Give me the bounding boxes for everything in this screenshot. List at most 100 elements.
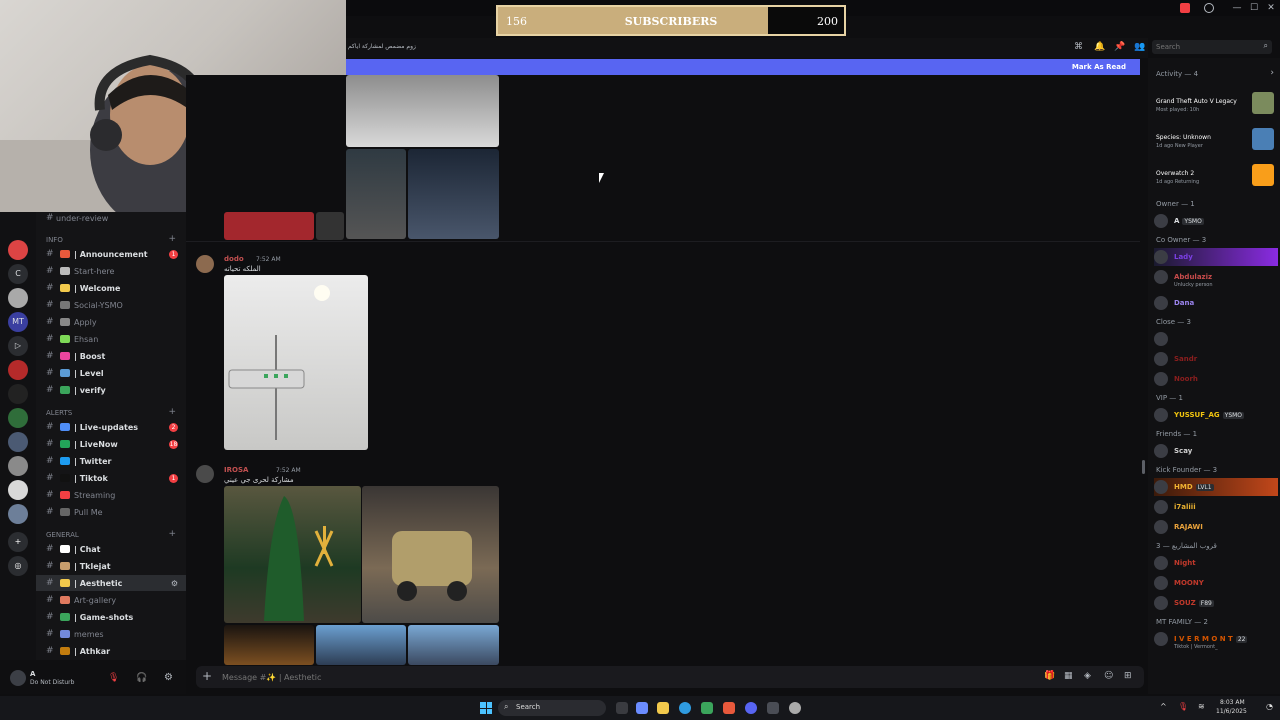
edge-icon[interactable] [679,702,691,714]
maximize-button[interactable]: ☐ [1247,2,1261,14]
server-icon[interactable] [8,408,28,428]
message-image[interactable] [224,486,361,623]
member-item[interactable]: Night [1154,554,1278,572]
channel-item[interactable]: # Ehsan [36,331,186,347]
clock-time[interactable]: 8:03 AM [1220,699,1245,706]
message-image[interactable] [346,75,499,147]
attach-plus-icon[interactable]: + [202,669,212,683]
minimize-button[interactable]: — [1230,2,1244,14]
server-icon-c[interactable]: C [8,264,28,284]
member-item[interactable]: Noorh [1154,370,1278,388]
close-button[interactable]: ✕ [1264,2,1278,14]
chevron-right-icon[interactable]: › [1270,68,1274,78]
help-icon[interactable] [1204,3,1214,13]
message-image[interactable] [224,212,314,240]
member-item[interactable]: Scay [1154,442,1278,460]
channel-item[interactable]: # | verify [36,382,186,398]
gif-icon[interactable]: ▦ [1064,671,1073,681]
channel-under-review[interactable]: # under-review [36,212,186,226]
play-icon[interactable]: ▷ [8,336,28,356]
avatar[interactable] [196,465,214,483]
server-icon[interactable] [8,288,28,308]
channel-item[interactable]: # Streaming [36,487,186,503]
member-item[interactable]: A YSMO [1154,212,1278,230]
message-image[interactable] [346,149,406,239]
scrollbar-thumb[interactable] [1142,460,1145,474]
chevron-up-icon[interactable]: ^ [1160,702,1167,711]
channel-item[interactable]: # | Aesthetic ⚙ [36,575,186,591]
channel-item[interactable]: # Pull Me [36,504,186,520]
app-icon[interactable] [767,702,779,714]
server-icon[interactable] [8,432,28,452]
channel-item[interactable]: # | Boost [36,348,186,364]
search-input[interactable] [1156,41,1256,53]
member-item[interactable]: HMD LVL1 [1154,478,1278,496]
message-author[interactable]: IROSA [224,466,248,474]
channel-item[interactable]: # | Chat [36,541,186,557]
copilot-icon[interactable] [636,702,648,714]
sticker-icon[interactable]: ◈ [1084,671,1091,681]
member-item[interactable]: SOUZ F89 [1154,594,1278,612]
message-image[interactable] [408,149,499,239]
member-item[interactable]: MOONY [1154,574,1278,592]
clock-date[interactable]: 11/6/2025 [1216,708,1247,715]
member-item[interactable]: i7aliii [1154,498,1278,516]
message-input[interactable] [222,670,622,684]
channel-item[interactable]: # memes [36,626,186,642]
channel-item[interactable]: # Start-here [36,263,186,279]
message-image[interactable] [316,212,344,240]
activity-card[interactable]: Species: Unknown 1d ago New Player [1154,124,1276,158]
add-server-icon[interactable]: + [8,532,28,552]
deafen-icon[interactable]: 🎧 [136,673,147,683]
server-icon[interactable] [8,456,28,476]
add-channel-icon[interactable]: + [168,407,176,417]
channel-item[interactable]: # | Athkar [36,643,186,659]
discord-icon[interactable] [745,702,757,714]
brave-icon[interactable] [723,702,735,714]
new-messages-bar[interactable]: Mark As Read [346,59,1140,75]
member-item[interactable]: Lady [1154,248,1278,266]
message-image[interactable] [362,486,499,623]
message-author[interactable]: dodo [224,255,244,263]
activity-card[interactable]: Grand Theft Auto V Legacy Most played: 10… [1154,88,1276,122]
message-image[interactable] [224,625,314,665]
avatar[interactable] [10,670,26,686]
add-channel-icon[interactable]: + [168,529,176,539]
server-icon-mt[interactable]: MT [8,312,28,332]
channel-settings-gear-icon[interactable]: ⚙ [171,579,178,588]
task-view-icon[interactable] [616,702,628,714]
message-image[interactable] [316,625,406,665]
channel-item[interactable]: # Apply [36,314,186,330]
apps-icon[interactable]: ⊞ [1124,671,1132,681]
server-icon[interactable] [8,384,28,404]
activity-card[interactable]: Overwatch 2 1d ago Returning [1154,160,1276,194]
server-icon[interactable] [8,504,28,524]
channel-item[interactable]: # | Announcement 1 [36,246,186,262]
category-info[interactable]: INFO [46,236,176,244]
member-item[interactable]: Abdulaziz [1154,268,1278,286]
channel-item[interactable]: # | LiveNow 18 [36,436,186,452]
server-icon[interactable] [8,360,28,380]
channel-item[interactable]: # | Welcome [36,280,186,296]
member-item[interactable]: RAJAWI [1154,518,1278,536]
pinned-icon[interactable]: 📌 [1114,42,1125,52]
channel-item[interactable]: # | Tklejat [36,558,186,574]
threads-icon[interactable]: ⌘ [1074,42,1083,52]
member-item[interactable] [1154,330,1278,348]
emoji-icon[interactable]: ☺ [1104,671,1113,681]
notification-bell-icon[interactable]: 🔔 [1094,42,1105,52]
taskbar-search[interactable]: ⌕ Search [498,700,606,716]
member-item[interactable]: Sandr [1154,350,1278,368]
store-icon[interactable] [701,702,713,714]
mute-mic-icon[interactable]: 🎙 [108,673,119,683]
wifi-icon[interactable]: ≋ [1198,702,1205,711]
inbox-icon[interactable] [1180,3,1190,13]
notifications-icon[interactable]: ◔ [1266,702,1273,711]
member-list-icon[interactable]: 👥 [1134,42,1145,52]
discover-icon[interactable]: ◎ [8,556,28,576]
add-channel-icon[interactable]: + [168,234,176,244]
gift-icon[interactable]: 🎁 [1044,671,1055,681]
category-alerts[interactable]: ALERTS [46,409,176,417]
message-image[interactable] [224,275,368,450]
settings-gear-icon[interactable]: ⚙ [164,672,174,683]
